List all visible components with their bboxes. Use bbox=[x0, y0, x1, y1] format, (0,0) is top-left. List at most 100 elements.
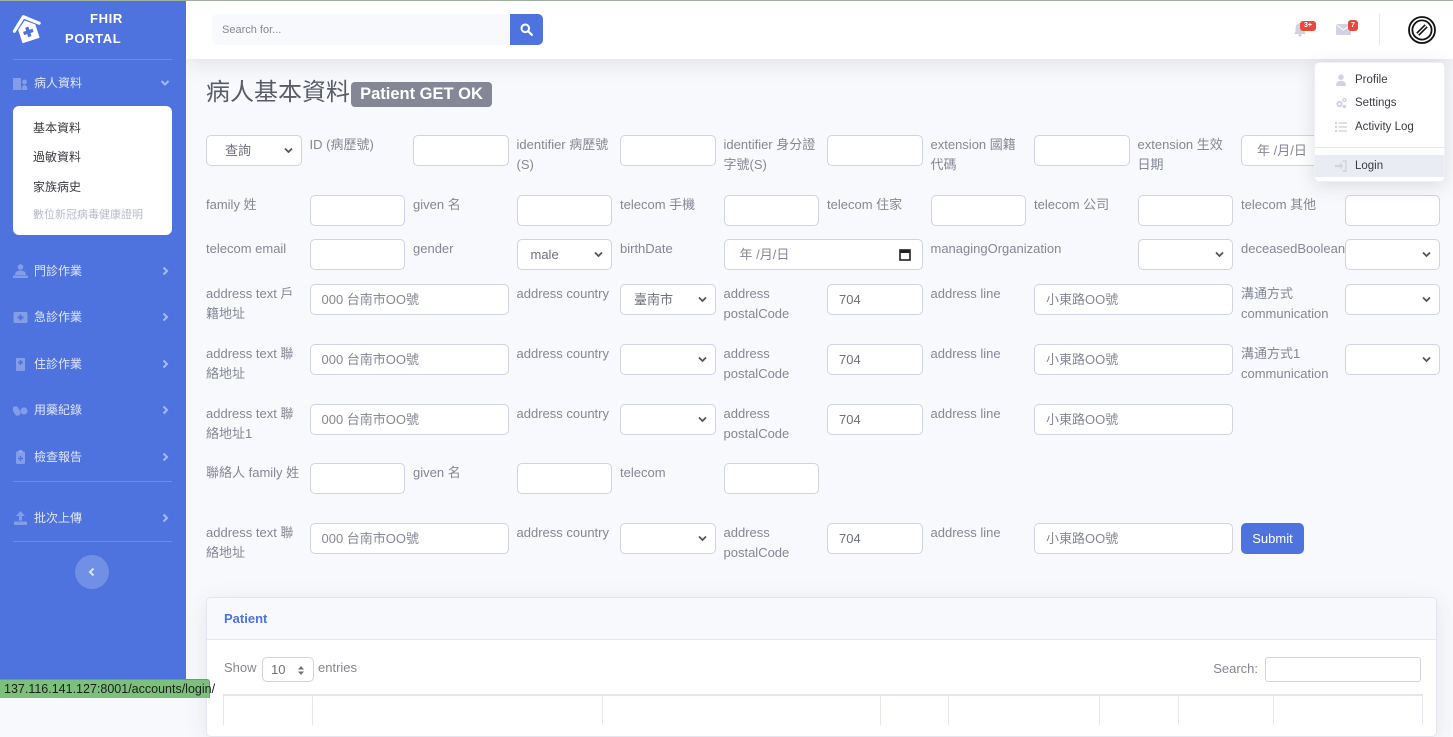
telecom-work-input[interactable] bbox=[1137, 195, 1233, 226]
form-row: 查詢 ID (病歷號) identifier 病歷號(S) identifier… bbox=[206, 135, 1446, 175]
address-country-label: address country bbox=[516, 286, 610, 301]
telecom-email-label: telecom email bbox=[206, 241, 287, 256]
form-row: address text 戶籍地址 address country 臺南市 ad… bbox=[206, 284, 1446, 324]
contact-address-country-select[interactable] bbox=[620, 523, 716, 554]
address-postal-input[interactable] bbox=[827, 284, 923, 315]
contact-telecom-input[interactable] bbox=[723, 463, 819, 494]
submenu-item-allergy[interactable]: 過敏資料 bbox=[33, 148, 81, 166]
topbar-search-input[interactable] bbox=[212, 14, 510, 45]
table-header-cell[interactable] bbox=[1099, 694, 1179, 725]
communication-select[interactable] bbox=[1344, 344, 1440, 375]
table-header-cell[interactable] bbox=[602, 694, 881, 725]
table-search-input[interactable] bbox=[1265, 657, 1421, 682]
gender-select-wrapper: male bbox=[516, 239, 612, 270]
sidebar-divider bbox=[13, 541, 172, 542]
contact-address-postal-input[interactable] bbox=[827, 523, 923, 554]
search-button[interactable] bbox=[510, 14, 543, 45]
mode-select[interactable]: 查詢 bbox=[206, 135, 302, 166]
clinic-medical-icon[interactable] bbox=[10, 11, 46, 47]
identifier-mrn-input[interactable] bbox=[620, 135, 716, 166]
form-row: family 姓 given 名 telecom 手機 telecom 住家 t… bbox=[206, 195, 1446, 226]
file-medical-icon bbox=[16, 450, 25, 464]
address-text-label: address text 聯絡地址 bbox=[206, 346, 294, 381]
managing-organization-select[interactable] bbox=[1137, 239, 1233, 270]
address-line-input[interactable] bbox=[1034, 284, 1233, 315]
communication-select[interactable] bbox=[1344, 284, 1440, 315]
given-input[interactable] bbox=[516, 195, 612, 226]
cogs-icon bbox=[1336, 97, 1347, 109]
gender-select[interactable]: male bbox=[516, 239, 612, 270]
topbar-divider bbox=[1379, 14, 1380, 45]
address-postal-input[interactable] bbox=[827, 404, 923, 435]
address-country-select[interactable] bbox=[620, 404, 716, 435]
upload-icon bbox=[14, 511, 27, 525]
menu-item-profile[interactable]: Profile bbox=[1315, 69, 1444, 91]
entries-label: entries bbox=[318, 660, 358, 675]
sidebar-item-inpatient[interactable]: 住診作業 bbox=[0, 354, 186, 374]
address-line-input[interactable] bbox=[1034, 404, 1233, 435]
contact-given-input[interactable] bbox=[516, 463, 612, 494]
sidebar-item-reports[interactable]: 檢查報告 bbox=[0, 447, 186, 467]
sidebar-item-outpatient[interactable]: 門診作業 bbox=[0, 261, 186, 281]
table-header-cell[interactable] bbox=[1273, 694, 1423, 725]
telecom-other-label: telecom 其他 bbox=[1241, 197, 1317, 212]
birthdate-input[interactable] bbox=[723, 239, 923, 270]
address-text-input[interactable] bbox=[309, 404, 509, 435]
sidebar-item-batch-upload[interactable]: 批次上傳 bbox=[0, 508, 186, 528]
family-input[interactable] bbox=[309, 195, 405, 226]
submit-button[interactable]: Submit bbox=[1241, 523, 1304, 554]
page-length-select[interactable]: 10 bbox=[263, 658, 313, 681]
ban-icon[interactable] bbox=[1407, 15, 1437, 45]
sidebar-item-patient-data[interactable]: 病人資料 bbox=[0, 73, 186, 93]
form-row: address text 聯絡地址1 address country addre… bbox=[206, 404, 1446, 444]
address-line-input[interactable] bbox=[1034, 344, 1233, 375]
menu-item-activity-log[interactable]: Activity Log bbox=[1315, 116, 1444, 138]
communication-label: 溝通方式1 communication bbox=[1241, 346, 1329, 381]
contact-address-line-input[interactable] bbox=[1034, 523, 1233, 554]
address-postal-input[interactable] bbox=[827, 344, 923, 375]
table-header-cell[interactable] bbox=[223, 694, 313, 725]
address-text-label: address text 戶籍地址 bbox=[206, 286, 294, 321]
telecom-email-input[interactable] bbox=[309, 239, 405, 270]
table-header-cell[interactable] bbox=[1178, 694, 1274, 725]
address-postal-label: address postalCode bbox=[723, 406, 790, 441]
address-country-select[interactable] bbox=[620, 344, 716, 375]
sidebar-item-medication[interactable]: 用藥紀錄 bbox=[0, 400, 186, 420]
table-header-cell[interactable] bbox=[948, 694, 1100, 725]
menu-item-settings[interactable]: Settings bbox=[1315, 92, 1444, 114]
calendar-icon[interactable] bbox=[898, 248, 911, 261]
card-header: Patient bbox=[207, 598, 1436, 640]
contact-address-text-input[interactable] bbox=[309, 523, 509, 554]
chevron-right-icon bbox=[162, 266, 169, 276]
brand-name-line2[interactable]: PORTAL bbox=[65, 31, 121, 46]
id-input[interactable] bbox=[413, 135, 509, 166]
submenu-item-basic-data[interactable]: 基本資料 bbox=[33, 119, 81, 137]
sidebar-divider bbox=[13, 481, 172, 482]
sidebar-toggle-button[interactable] bbox=[75, 555, 109, 589]
deceased-select[interactable] bbox=[1344, 239, 1440, 270]
address-text-input[interactable] bbox=[309, 284, 509, 315]
extension-nationality-input[interactable] bbox=[1034, 135, 1130, 166]
submenu-item-family-history[interactable]: 家族病史 bbox=[33, 178, 81, 196]
identifier-nid-input[interactable] bbox=[827, 135, 923, 166]
user-icon bbox=[1336, 74, 1346, 86]
family-label: family 姓 bbox=[206, 197, 257, 212]
table-header-cell[interactable] bbox=[880, 694, 949, 725]
address-text-input[interactable] bbox=[309, 344, 509, 375]
telecom-work-label: telecom 公司 bbox=[1034, 197, 1110, 212]
sidebar-item-label: 急診作業 bbox=[34, 310, 83, 324]
telecom-mobile-input[interactable] bbox=[723, 195, 819, 226]
table-header-cell[interactable] bbox=[312, 694, 603, 725]
user-injured-icon bbox=[13, 264, 28, 278]
page-title: 病人基本資料 bbox=[206, 79, 350, 106]
sidebar-item-emergency[interactable]: 急診作業 bbox=[0, 307, 186, 327]
birthdate-label: birthDate bbox=[620, 241, 673, 256]
telecom-other-input[interactable] bbox=[1344, 195, 1440, 226]
sidebar: FHIR PORTAL 病人資料 基本資料 過敏資料 家族病史 數位新冠病毒健康… bbox=[0, 0, 186, 698]
contact-family-input[interactable] bbox=[309, 463, 405, 494]
telecom-home-input[interactable] bbox=[930, 195, 1026, 226]
menu-item-login[interactable]: Login bbox=[1315, 155, 1444, 177]
address-country-select[interactable]: 臺南市 bbox=[620, 284, 716, 315]
brand-name-line1[interactable]: FHIR bbox=[90, 11, 123, 26]
managing-organization-select-wrapper bbox=[1137, 239, 1233, 270]
